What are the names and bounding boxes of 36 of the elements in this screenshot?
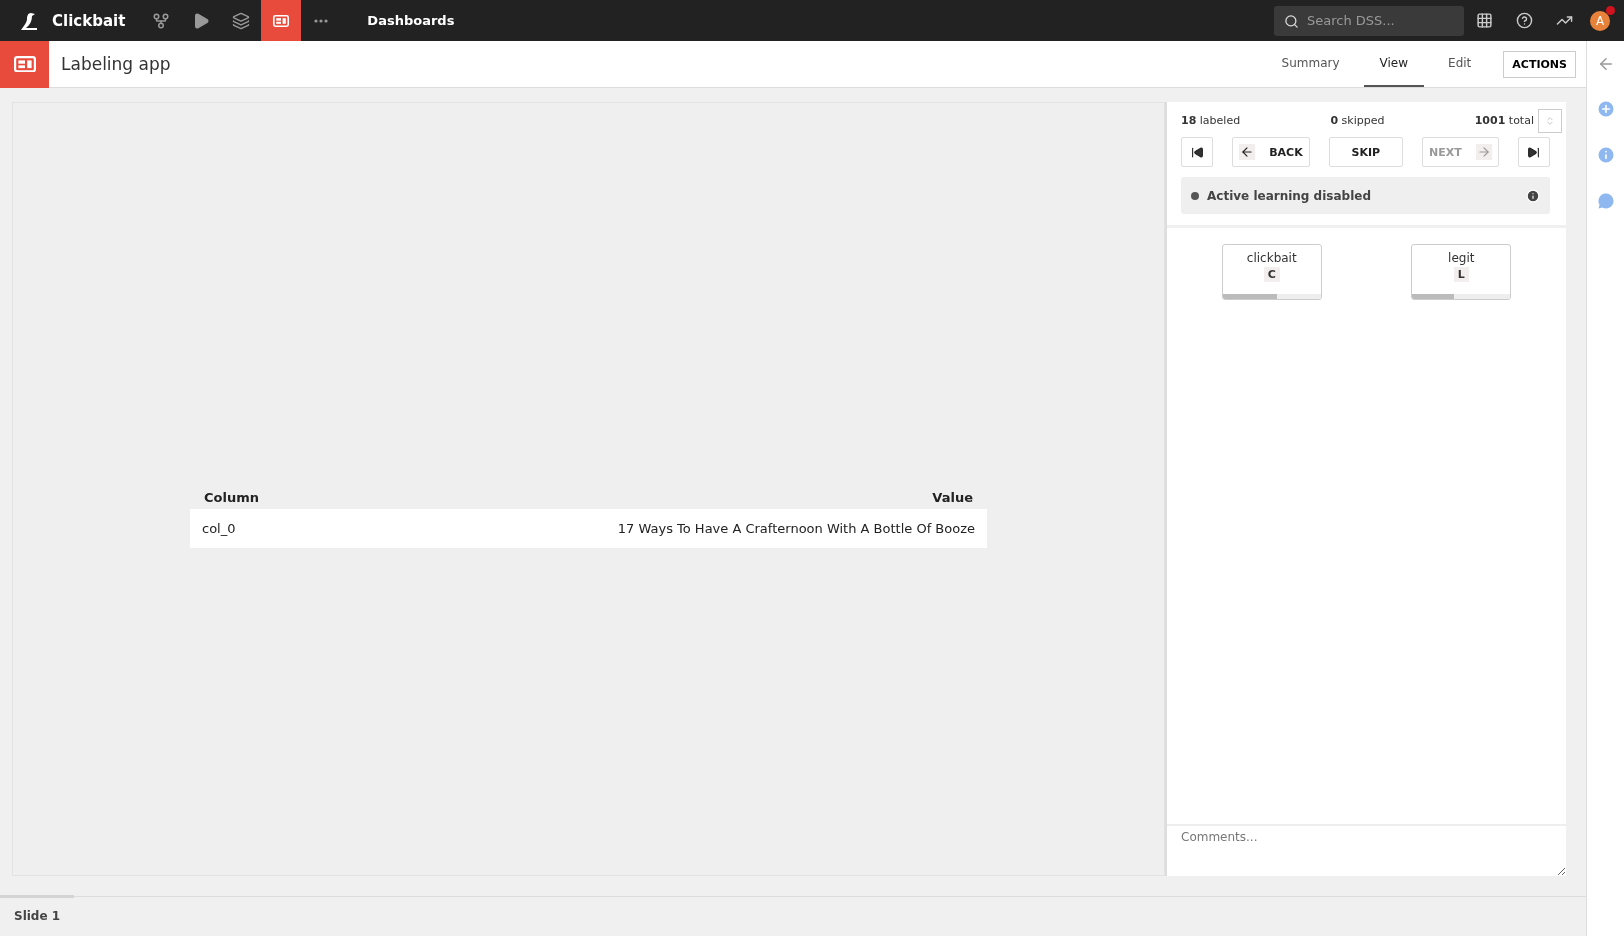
comments-field[interactable]: Comments... — [1167, 824, 1566, 876]
arrow-left-icon — [1240, 145, 1255, 159]
dashboard-icon — [13, 55, 36, 73]
skip-to-end-icon — [1527, 145, 1541, 159]
info-icon[interactable] — [1526, 188, 1540, 203]
breadcrumb[interactable]: Dashboards — [363, 13, 459, 28]
first-button[interactable] — [1181, 137, 1213, 167]
flow-icon — [152, 11, 171, 30]
last-button[interactable] — [1517, 137, 1550, 167]
stack-icon — [232, 11, 251, 30]
dashboard-icon — [273, 14, 290, 27]
skip-button[interactable]: SKIP — [1328, 137, 1403, 167]
tab[interactable]: Edit — [1432, 41, 1488, 87]
label-button[interactable]: legit L — [1411, 244, 1512, 300]
page-title: Labeling app — [61, 54, 171, 74]
search-field[interactable]: Search DSS... — [1274, 5, 1464, 36]
tab[interactable]: View — [1363, 41, 1425, 87]
search-icon — [1284, 13, 1299, 29]
project-name[interactable]: Clickbait — [52, 11, 126, 30]
dashboard-nav-button[interactable] — [261, 0, 302, 41]
label-button[interactable]: clickbait C — [1221, 244, 1322, 300]
stat-count: 1001 total — [1474, 114, 1534, 127]
column-header: Value — [932, 490, 973, 505]
status-text: Active learning disabled — [1207, 188, 1372, 203]
play-icon — [192, 11, 211, 30]
stat-count: 18 labeled — [1181, 114, 1241, 127]
column-header: Column — [204, 490, 259, 505]
stat-count: 0 skipped — [1330, 114, 1385, 127]
actions-button[interactable]: ACTIONS — [1503, 50, 1576, 78]
back-button[interactable]: BACK — [1232, 137, 1310, 167]
more-icon — [314, 18, 329, 23]
table-cell: col_0 — [202, 521, 236, 536]
slide-tab[interactable]: Slide 1 — [0, 894, 75, 935]
table-cell: 17 Ways To Have A Crafternoon With A Bottle Of Booze — [617, 521, 975, 536]
tab[interactable]: Summary — [1265, 41, 1356, 87]
skip-to-start-icon — [1190, 145, 1204, 159]
